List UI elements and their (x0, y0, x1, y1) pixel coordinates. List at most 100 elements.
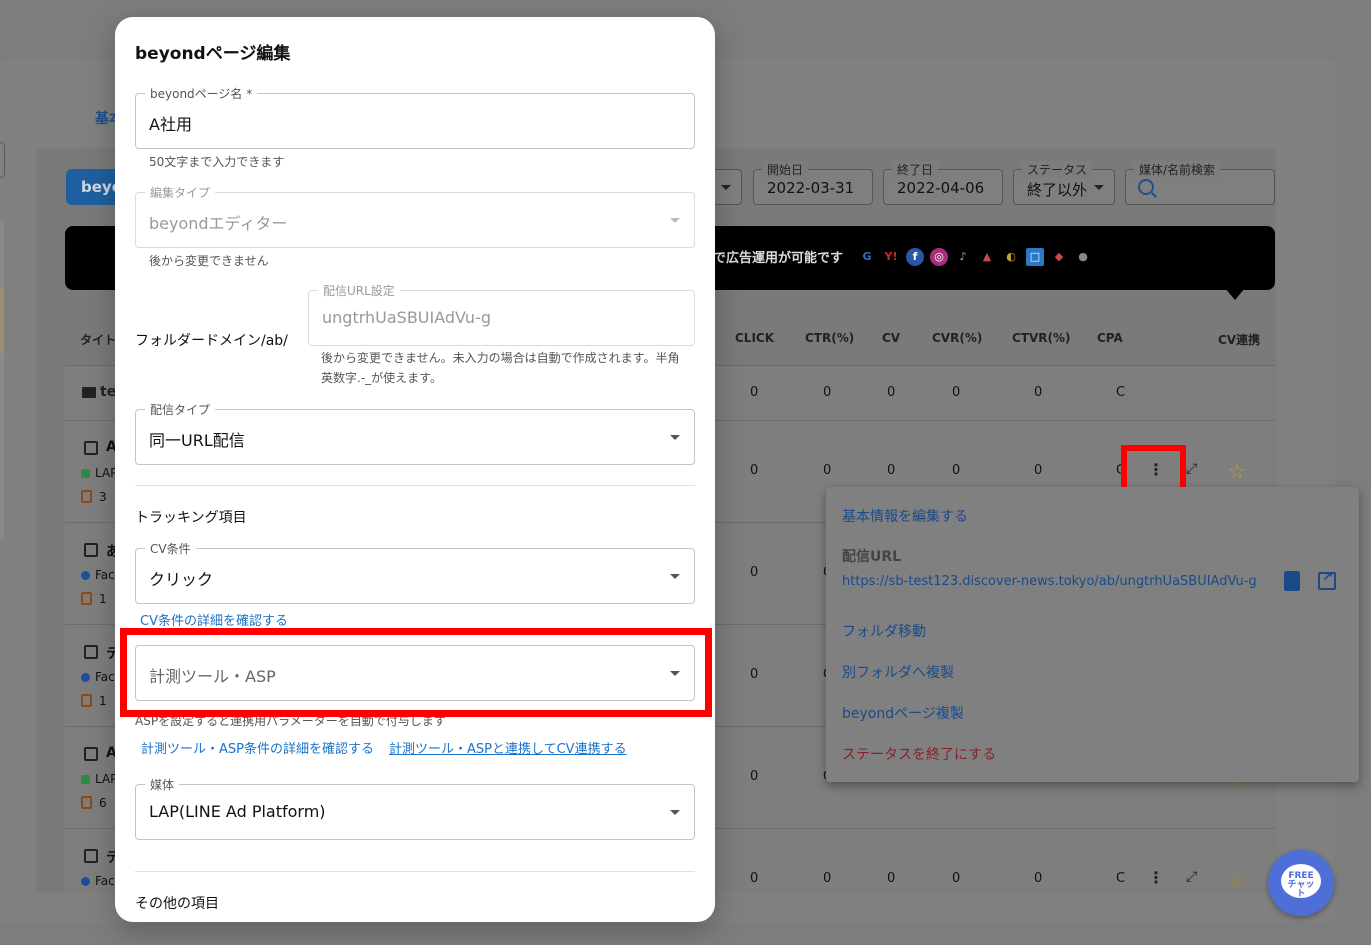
header-cv: CV (882, 331, 901, 345)
delivery-type-select[interactable]: 配信タイプ 同一URL配信 (135, 401, 695, 465)
table-cell: 0 (952, 463, 961, 478)
cv-condition-select[interactable]: CV条件 クリック (135, 540, 695, 604)
page-name-helper: 50文字まで入力できます (149, 155, 285, 169)
page-count-icon (81, 694, 92, 707)
edit-page-dialog: beyondページ編集 beyondページ名 * A社用 50文字まで入力できま… (115, 17, 715, 922)
chat-button[interactable]: FREE チャット (1268, 850, 1334, 916)
media-select[interactable]: 媒体 LAP(LINE Ad Platform) (135, 776, 695, 840)
chevron-down-icon (670, 218, 680, 223)
folder-domain-label: フォルダードメイン/ab/ (135, 333, 288, 349)
page-count-icon (81, 592, 92, 605)
facebook-icon (81, 571, 90, 580)
asp-cv-link[interactable]: 計測ツール・ASPと連携してCV連携する (389, 738, 627, 757)
banner-tail (1225, 288, 1245, 300)
end-date-filter[interactable]: 終了日 2022-04-06 (883, 161, 1003, 205)
page-name-value: A社用 (149, 115, 192, 134)
page-count-icon (81, 490, 92, 503)
end-date-label: 終了日 (892, 161, 939, 178)
table-cell: 0 (1034, 463, 1043, 478)
table-cell: 0 (823, 385, 832, 400)
link-icon[interactable]: ⤢ (1186, 461, 1197, 477)
table-cell: C (1116, 871, 1126, 886)
table-cell: 0 (750, 769, 759, 784)
facebook-icon: f (906, 248, 924, 266)
divider (135, 485, 695, 486)
row-media: Fac (95, 568, 115, 582)
gunosy-icon: ◐ (1006, 250, 1016, 263)
facebook-icon (81, 673, 90, 682)
other-media-icon: ● (1078, 250, 1088, 263)
folder-name[interactable]: te (100, 384, 116, 400)
edit-type-value: beyondエディター (149, 214, 288, 233)
left-edge-control (0, 142, 5, 178)
chevron-down-icon (670, 810, 680, 815)
search-filter[interactable]: 媒体/名前検索 (1125, 161, 1275, 205)
cv-condition-detail-link[interactable]: CV条件の詳細を確認する (140, 610, 288, 629)
line-icon (81, 775, 90, 784)
delivery-url-field: 配信URL設定 ungtrhUaSBUIAdVu-g (308, 282, 695, 346)
table-cell: 0 (823, 871, 832, 886)
table-cell: 0 (750, 667, 759, 682)
copy-icon[interactable] (1284, 571, 1300, 591)
row-checkbox[interactable] (84, 543, 98, 557)
menu-item-copy-to-folder[interactable]: 別フォルダへ複製 (842, 662, 954, 682)
row-checkbox[interactable] (84, 441, 98, 455)
star-icon[interactable]: ☆ (1228, 867, 1246, 891)
row-count: 1 (99, 694, 107, 708)
table-cell: C (1116, 385, 1126, 400)
menu-item-duplicate-page[interactable]: beyondページ複製 (842, 703, 964, 723)
row-checkbox[interactable] (84, 747, 98, 761)
table-cell: 0 (952, 385, 961, 400)
table-cell: 0 (750, 871, 759, 886)
status-filter[interactable]: ステータス 終了以外 (1013, 161, 1115, 205)
tracking-section-title: トラッキング項目 (135, 510, 247, 526)
link-icon[interactable]: ⤢ (1186, 869, 1197, 885)
menu-item-end-status[interactable]: ステータスを終了にする (842, 744, 996, 764)
banner-text: で広告運用が可能です (713, 251, 844, 266)
end-date-value: 2022-04-06 (897, 179, 985, 197)
cv-condition-label: CV条件 (145, 540, 196, 557)
dialog-title: beyondページ編集 (135, 44, 291, 64)
table-cell: 0 (750, 385, 759, 400)
header-cvr: CVR(%) (932, 331, 983, 345)
delivery-url-helper: 後から変更できません。未入力の場合は自動で作成されます。半角英数字.-_が使えま… (321, 351, 680, 385)
edit-type-select: 編集タイプ beyondエディター (135, 184, 695, 248)
asp-highlight (120, 628, 712, 717)
start-date-label: 開始日 (762, 161, 809, 178)
delivery-url-value: ungtrhUaSBUIAdVu-g (322, 308, 491, 327)
row-checkbox[interactable] (84, 849, 98, 863)
table-cell: 0 (1034, 385, 1043, 400)
row-count: 1 (99, 592, 107, 606)
row-count: 6 (99, 796, 107, 810)
open-in-new-icon[interactable] (1318, 569, 1336, 590)
news-icon: ◆ (1054, 250, 1064, 263)
start-date-filter[interactable]: 開始日 2022-03-31 (753, 161, 873, 205)
menu-item-edit-basic[interactable]: 基本情報を編集する (842, 506, 968, 526)
menu-item-move-folder[interactable]: フォルダ移動 (842, 621, 926, 641)
page-name-field[interactable]: beyondページ名 * A社用 (135, 85, 695, 149)
header-title: タイト (80, 333, 117, 347)
row-media: Fac (95, 874, 115, 888)
row-checkbox[interactable] (84, 645, 98, 659)
header-cv-link: CV連携 (1218, 333, 1261, 347)
table-cell: 0 (1034, 871, 1043, 886)
row-count: 3 (99, 490, 107, 504)
star-icon[interactable]: ☆ (1228, 459, 1246, 483)
delivery-url-link[interactable]: https://sb-test123.discover-news.tokyo/a… (842, 574, 1257, 589)
left-card-accent (0, 288, 4, 354)
search-label: 媒体/名前検索 (1134, 161, 1221, 178)
chevron-down-icon (670, 435, 680, 440)
edit-type-helper: 後から変更できません (149, 254, 269, 268)
search-icon (1138, 179, 1154, 195)
yahoo-icon: Y! (884, 250, 898, 263)
row-media: Fac (95, 670, 115, 684)
table-cell: 0 (887, 871, 896, 886)
other-section-title: その他の項目 (135, 896, 219, 912)
asp-detail-link[interactable]: 計測ツール・ASP条件の詳細を確認する (141, 738, 374, 757)
media-value: LAP(LINE Ad Platform) (149, 802, 326, 821)
folder-icon (82, 387, 96, 398)
more-vert-icon[interactable]: ⋮ (1148, 868, 1164, 887)
facebook-icon (81, 877, 90, 886)
left-card (0, 220, 4, 540)
table-cell: 0 (952, 871, 961, 886)
